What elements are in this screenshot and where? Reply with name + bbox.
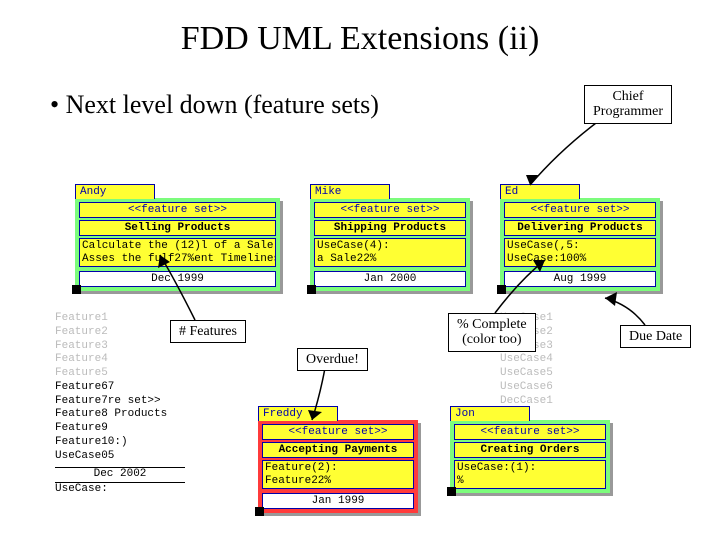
card-date: Aug 1999 xyxy=(504,271,656,287)
card-rows: Calculate the (12)l of a Sale Asses the … xyxy=(79,238,276,267)
card-shipping: Mike <<feature set>> Shipping Products U… xyxy=(310,198,470,291)
card-accepting: Freddy <<feature set>> Accepting Payment… xyxy=(258,420,418,513)
callout-chief-programmer: Chief Programmer xyxy=(584,85,672,124)
card-rows: UseCase(4): a Sale22% xyxy=(314,238,466,267)
card-title: Delivering Products xyxy=(504,220,656,236)
card-title: Creating Orders xyxy=(454,442,606,458)
card-title: Shipping Products xyxy=(314,220,466,236)
card-rows: UseCase(,5: UseCase:100% xyxy=(504,238,656,267)
slide-subtitle: Next level down (feature sets) xyxy=(50,90,379,120)
card-creating: Jon <<feature set>> Creating Orders UseC… xyxy=(450,420,610,493)
resize-handle-icon xyxy=(447,487,456,496)
card-stereotype: <<feature set>> xyxy=(262,424,414,440)
card-owner-tab: Freddy xyxy=(258,406,338,421)
card-stereotype: <<feature set>> xyxy=(504,202,656,218)
card-rows: UseCase:(1): % xyxy=(454,460,606,489)
card-title: Selling Products xyxy=(79,220,276,236)
callout-overdue: Overdue! xyxy=(297,348,368,371)
card-stereotype: <<feature set>> xyxy=(314,202,466,218)
resize-handle-icon xyxy=(255,507,264,516)
card-stereotype: <<feature set>> xyxy=(454,424,606,440)
resize-handle-icon xyxy=(307,285,316,294)
card-rows: Feature(2): Feature22% xyxy=(262,460,414,489)
callout-num-features: # Features xyxy=(170,320,246,343)
card-title: Accepting Payments xyxy=(262,442,414,458)
card-owner-tab: Ed xyxy=(500,184,580,199)
card-date: Jan 1999 xyxy=(262,493,414,509)
card-delivering: Ed <<feature set>> Delivering Products U… xyxy=(500,198,660,291)
card-date: Jan 2000 xyxy=(314,271,466,287)
ghost-feature-list: Feature1 Feature2 Feature3 Feature4 Feat… xyxy=(55,312,185,497)
callout-pct-complete: % Complete (color too) xyxy=(448,313,536,352)
card-selling: Andy <<feature set>> Selling Products Ca… xyxy=(75,198,280,291)
callout-due-date: Due Date xyxy=(620,325,691,348)
resize-handle-icon xyxy=(497,285,506,294)
card-stereotype: <<feature set>> xyxy=(79,202,276,218)
card-owner-tab: Mike xyxy=(310,184,390,199)
card-date: Dec 1999 xyxy=(79,271,276,287)
slide-title: FDD UML Extensions (ii) xyxy=(0,20,720,58)
card-owner-tab: Jon xyxy=(450,406,530,421)
card-owner-tab: Andy xyxy=(75,184,155,199)
resize-handle-icon xyxy=(72,285,81,294)
